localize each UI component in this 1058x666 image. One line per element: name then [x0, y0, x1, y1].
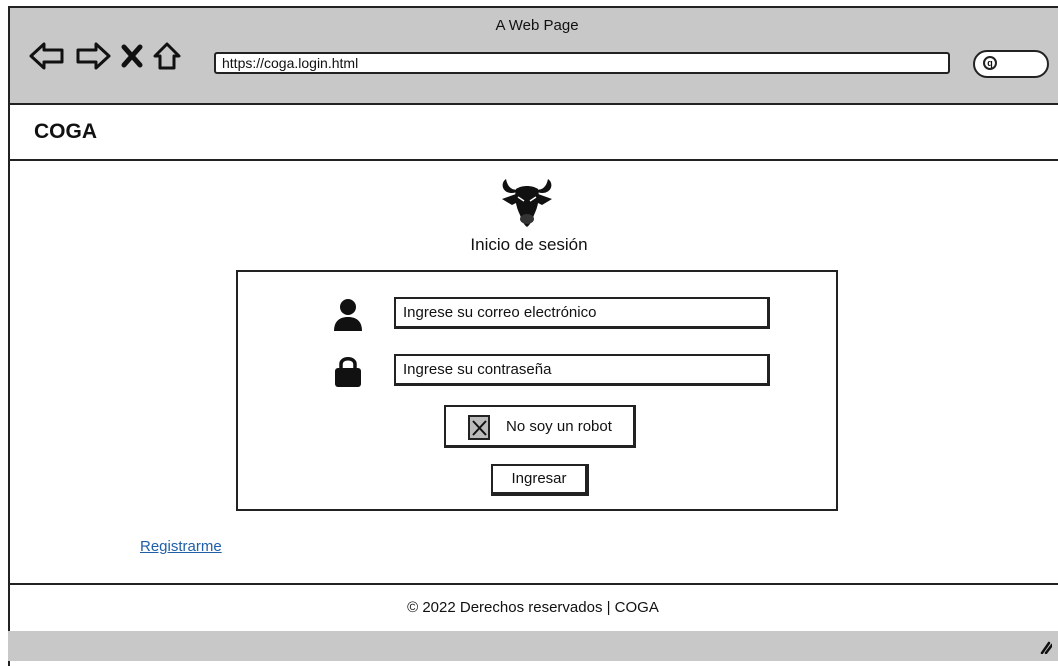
login-title: Inicio de sesión — [470, 235, 588, 254]
back-icon[interactable] — [28, 41, 66, 71]
home-icon[interactable] — [152, 41, 182, 71]
captcha-widget: No soy un robot — [444, 405, 636, 448]
browser-search-button[interactable]: q — [973, 50, 1049, 78]
nav-controls — [28, 38, 182, 74]
search-icon: q — [983, 56, 997, 70]
login-submit-button[interactable]: Ingresar — [491, 464, 589, 496]
url-bar[interactable]: https://coga.login.html — [214, 52, 950, 74]
bull-logo-icon — [498, 169, 556, 234]
lock-icon — [333, 354, 363, 393]
window-title: A Web Page — [495, 17, 579, 34]
site-header: COGA — [10, 103, 1058, 161]
captcha-checkbox[interactable] — [468, 415, 490, 440]
captcha-label: No soy un robot — [506, 418, 612, 435]
brand-logo-text[interactable]: COGA — [34, 120, 97, 144]
register-link[interactable]: Registrarme — [140, 538, 222, 555]
forward-icon[interactable] — [74, 41, 112, 71]
user-icon — [333, 298, 363, 337]
email-field[interactable]: Ingrese su correo electrónico — [394, 297, 770, 329]
close-icon[interactable] — [120, 42, 144, 70]
browser-chrome: A Web Page https://coga.login.html q — [10, 8, 1058, 105]
password-field[interactable]: Ingrese su contraseña — [394, 354, 770, 386]
